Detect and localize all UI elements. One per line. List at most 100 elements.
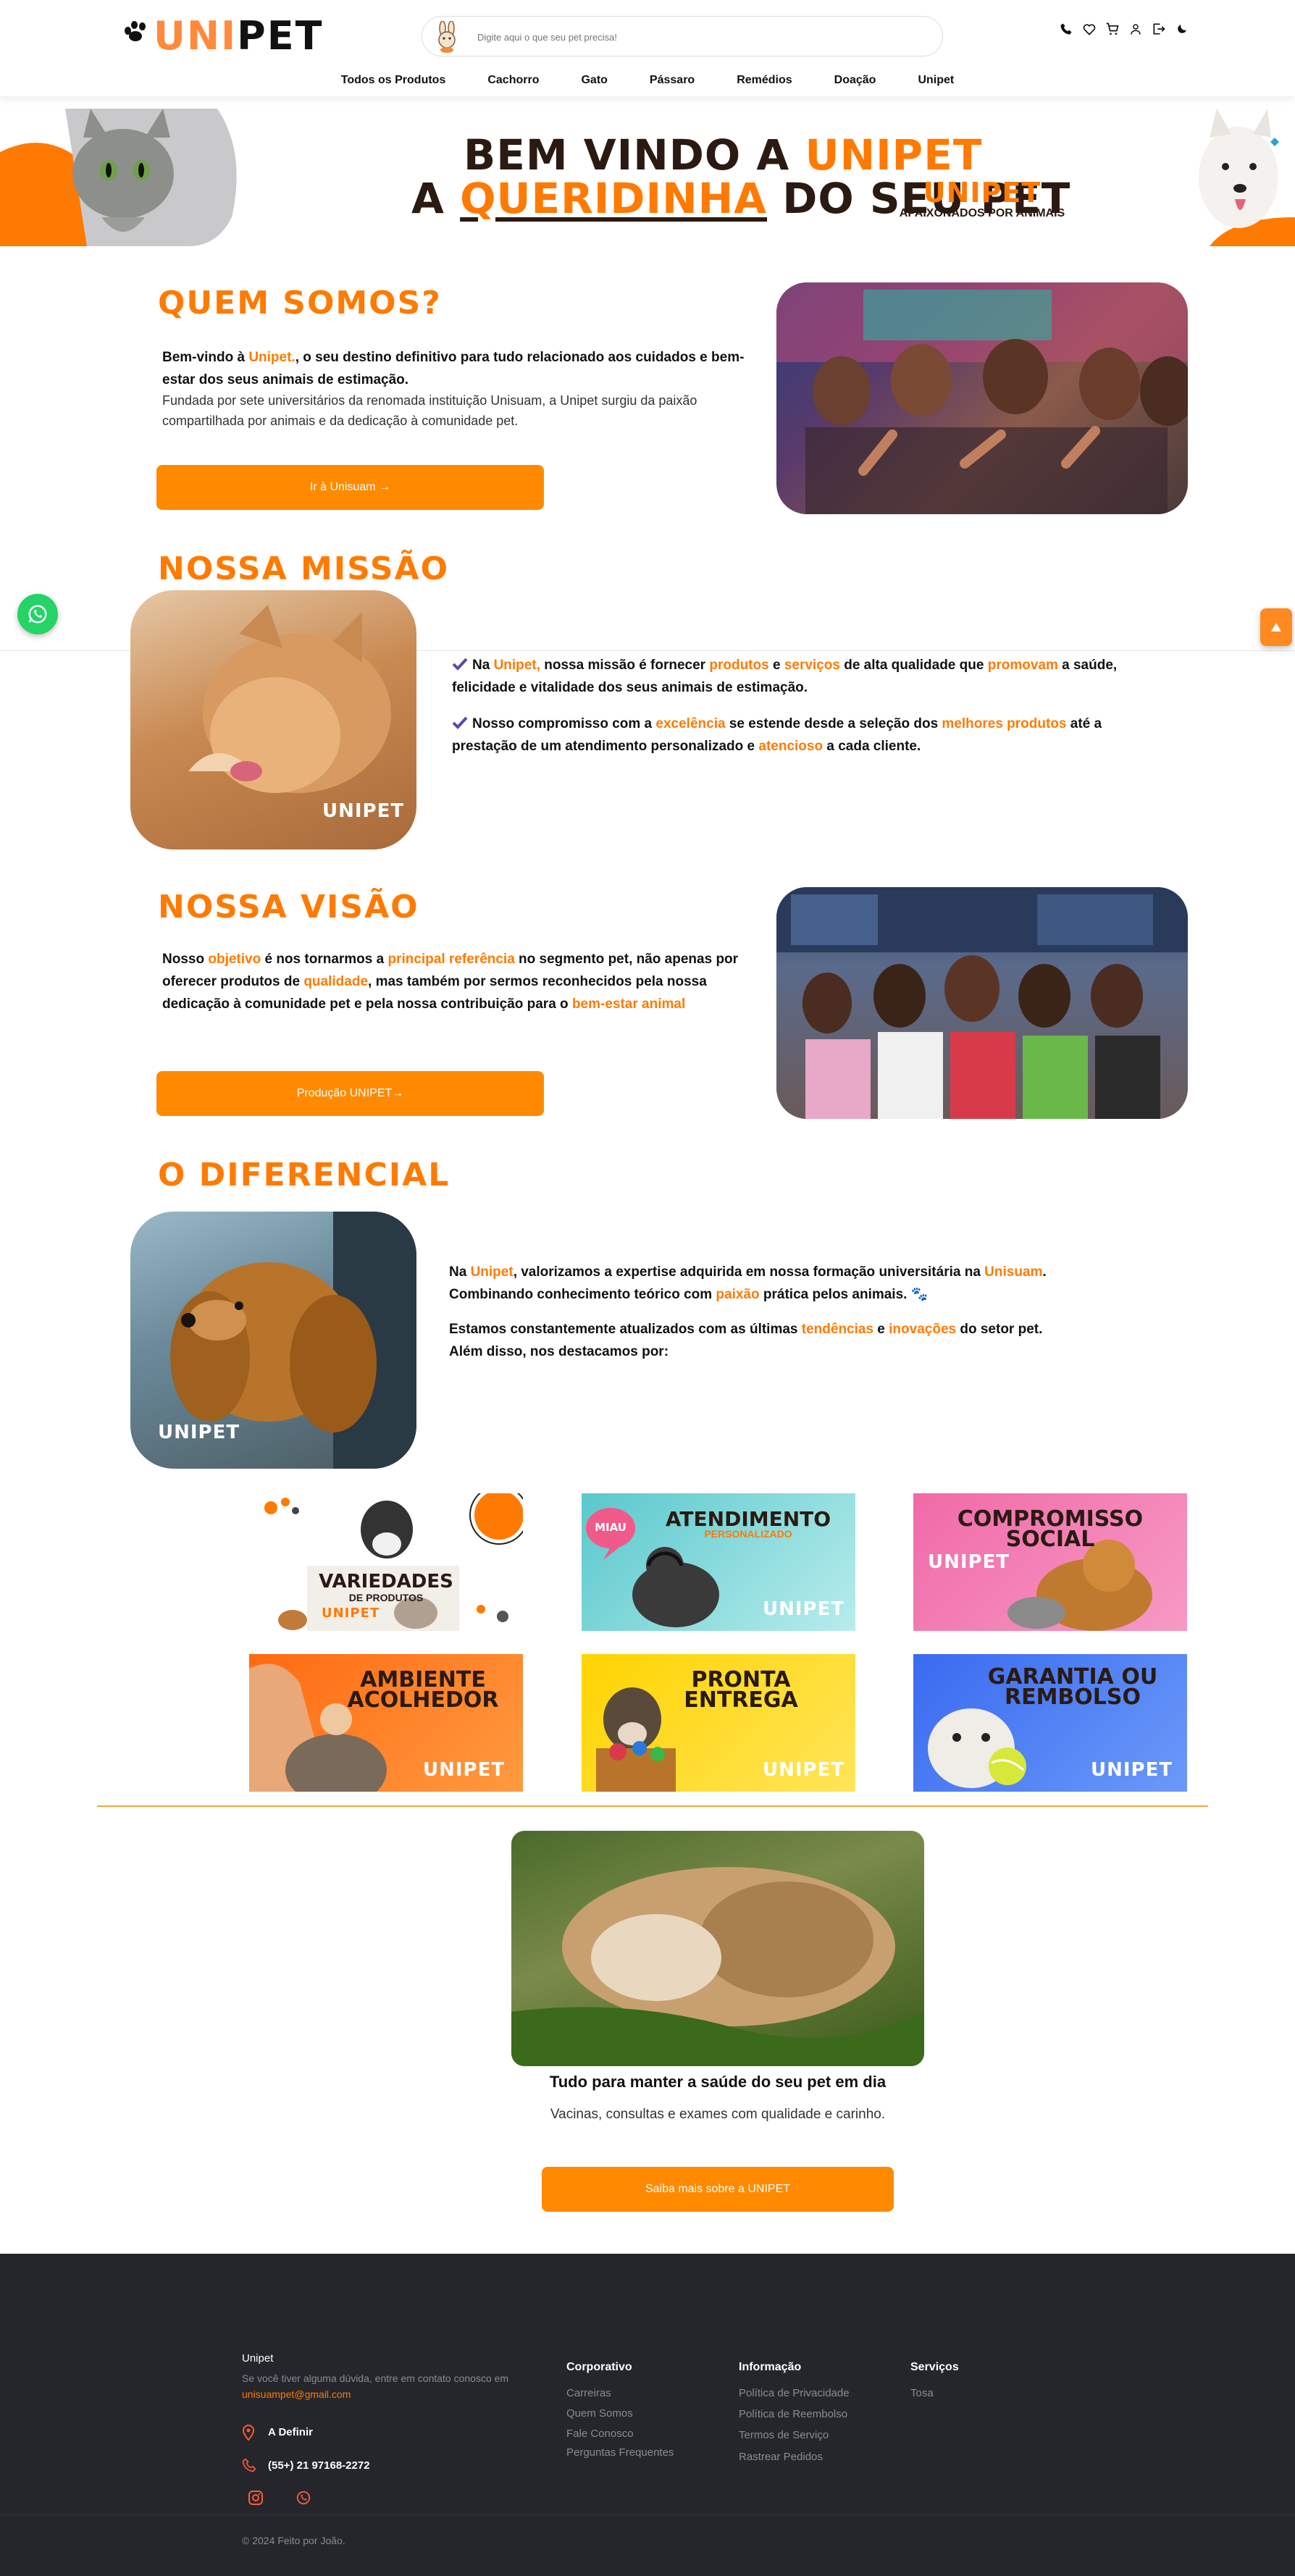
- section-title-about: QUEM SOMOS?: [158, 285, 442, 322]
- divider: [97, 1805, 1208, 1807]
- team-photo-vision: [776, 887, 1188, 1119]
- differential-text-2: Estamos constantemente atualizados com a…: [449, 1322, 1043, 1359]
- nav-todos-os-produtos[interactable]: Todos os Produtos: [341, 71, 446, 90]
- logo[interactable]: UNI PET: [122, 10, 323, 61]
- feature-brand: UNIPET: [423, 1759, 506, 1781]
- search-input[interactable]: [477, 27, 912, 47]
- nav-cachorro[interactable]: Cachorro: [487, 71, 539, 90]
- feature-subtitle: DE PRODUTOS: [348, 1592, 424, 1603]
- team-photo-about: [776, 282, 1188, 514]
- footer-brand: Unipet: [242, 2352, 274, 2365]
- learn-more-button[interactable]: Saiba mais sobre a UNIPET: [542, 2167, 894, 2212]
- feature-brand: UNIPET: [928, 1551, 1010, 1573]
- banner-badge: UNIPET APAIXONADOS POR ANIMAIS: [899, 177, 1065, 219]
- feature-title: VARIEDADES: [319, 1571, 453, 1593]
- section-title-vision: NOSSA VISÃO: [158, 889, 419, 926]
- feature-brand: UNIPET: [322, 1606, 380, 1621]
- footer-col-title-informacao: Informação: [739, 2361, 802, 2373]
- footer-col-title-corporativo: Corporativo: [566, 2361, 632, 2373]
- feature-title: AMBIENTE ACOLHEDOR: [347, 1667, 499, 1713]
- footer-link-privacidade[interactable]: Política de Privacidade: [739, 2387, 850, 2399]
- phone-icon: [242, 2458, 256, 2472]
- paw-icon: [122, 14, 151, 43]
- about-history: Fundada por sete universitários da renom…: [162, 393, 697, 428]
- footer-link-reembolso[interactable]: Política de Reembolso: [739, 2408, 847, 2420]
- feature-card-compromisso[interactable]: COMPROMISSO SOCIAL UNIPET: [913, 1493, 1187, 1631]
- health-subtitle: Vacinas, consultas e exames com qualidad…: [550, 2107, 886, 2122]
- footer-email-link[interactable]: unisuampet@gmail.com: [242, 2388, 351, 2400]
- moon-icon[interactable]: [1175, 22, 1189, 36]
- scroll-top-button[interactable]: [1260, 608, 1292, 646]
- location-icon: [242, 2425, 255, 2441]
- health-title: Tudo para manter a saúde do seu pet em d…: [549, 2073, 887, 2091]
- feature-title: COMPROMISSO SOCIAL: [957, 1506, 1144, 1552]
- vision-text: Nosso objetivo é nos tornarmos a princip…: [162, 952, 739, 1012]
- check-icon: [452, 658, 468, 671]
- copyright: © 2024 Feito por João.: [242, 2535, 345, 2546]
- differential-text-1: Na Unipet, valorizamos a expertise adqui…: [449, 1264, 1047, 1302]
- cat-banner-image: [0, 109, 237, 246]
- arrow-up-icon: [1271, 623, 1281, 632]
- whatsapp-icon: [28, 605, 47, 624]
- feature-subtitle: PERSONALIZADO: [704, 1528, 792, 1540]
- cat-photo-mission: UNIPET: [130, 590, 416, 849]
- dog-photo-differential: UNIPET: [130, 1212, 416, 1469]
- go-to-unisuam-button[interactable]: Ir à Unisuam →: [156, 465, 544, 510]
- feature-card-pronta-entrega[interactable]: PRONTA ENTREGA UNIPET: [582, 1654, 855, 1792]
- instagram-icon[interactable]: [248, 2490, 264, 2506]
- rabbit-icon: [438, 21, 456, 53]
- nav-passaro[interactable]: Pássaro: [650, 71, 695, 90]
- feature-brand: UNIPET: [1091, 1759, 1173, 1781]
- nav-gato[interactable]: Gato: [581, 71, 607, 90]
- feature-card-ambiente[interactable]: AMBIENTE ACOLHEDOR UNIPET: [249, 1654, 523, 1792]
- feature-card-garantia[interactable]: GARANTIA OU REMBOLSO UNIPET: [913, 1654, 1187, 1792]
- producao-unipet-button[interactable]: Produção UNIPET→: [156, 1071, 544, 1116]
- main-nav: Todos os Produtos Cachorro Gato Pássaro …: [0, 71, 1295, 90]
- footer-col-title-servicos: Serviços: [910, 2361, 959, 2373]
- nav-unipet[interactable]: Unipet: [918, 71, 954, 90]
- nav-remedios[interactable]: Remédios: [737, 71, 792, 90]
- header-icons: [1059, 22, 1189, 36]
- section-title-differential: O DIFERENCIAL: [158, 1157, 450, 1193]
- logo-text-uni: UNI: [154, 12, 238, 59]
- logo-text-pet: PET: [237, 12, 324, 59]
- dog-banner-image: [1199, 109, 1295, 246]
- banner-line-1: BEM VINDO A UNIPET: [464, 130, 983, 180]
- whatsapp-button[interactable]: [17, 594, 58, 634]
- footer-link-termos[interactable]: Termos de Serviço: [739, 2429, 829, 2441]
- feature-card-variedades[interactable]: VARIEDADES DE PRODUTOS UNIPET: [249, 1493, 523, 1631]
- user-icon[interactable]: [1128, 22, 1143, 36]
- feature-title: PRONTA ENTREGA: [684, 1667, 798, 1713]
- footer-link-quem-somos[interactable]: Quem Somos: [566, 2407, 633, 2420]
- footer-link-perguntas-frequentes[interactable]: Perguntas Frequentes: [566, 2446, 674, 2459]
- section-title-mission: NOSSA MISSÃO: [158, 550, 450, 587]
- feature-brand: UNIPET: [763, 1759, 845, 1781]
- cat-dog-photo: [511, 1831, 924, 2066]
- cart-icon[interactable]: [1105, 22, 1120, 36]
- heart-icon[interactable]: [1082, 22, 1097, 36]
- phone-icon[interactable]: [1059, 22, 1073, 36]
- footer-link-carreiras[interactable]: Carreiras: [566, 2387, 611, 2399]
- footer-link-fale-conosco[interactable]: Fale Conosco: [566, 2428, 634, 2440]
- speech-bubble: MIAU: [595, 1521, 626, 1534]
- mission-item-1: Na Unipet, nossa missão é fornecer produ…: [452, 658, 1118, 695]
- site-footer: Unipet Se você tiver alguma dúvida, entr…: [0, 2254, 1295, 2576]
- feature-title: GARANTIA OU REMBOLSO: [987, 1664, 1158, 1710]
- mission-item-2: Nosso compromisso com a excelência se es…: [452, 716, 1102, 754]
- site-header: UNI PET Todos os Produtos Cachorro Gato …: [0, 0, 1295, 96]
- welcome-banner: BEM VINDO A UNIPET A QUERIDINHA DO SEU P…: [0, 109, 1295, 246]
- divider: [0, 2514, 1295, 2515]
- footer-phone: (55+) 21 97168-2272: [268, 2459, 370, 2472]
- about-intro: Bem-vindo à Unipet., o seu destino defin…: [162, 350, 745, 387]
- whatsapp-icon[interactable]: [296, 2490, 311, 2506]
- footer-link-rastrear[interactable]: Rastrear Pedidos: [739, 2451, 823, 2463]
- search-bar[interactable]: [422, 16, 943, 56]
- check-icon: [452, 716, 468, 729]
- footer-contact-text: Se você tiver alguma dúvida, entre em co…: [242, 2372, 509, 2384]
- feature-title: ATENDIMENTO: [665, 1507, 831, 1531]
- footer-link-tosa[interactable]: Tosa: [910, 2387, 934, 2399]
- nav-doacao[interactable]: Doação: [834, 71, 876, 90]
- logout-icon[interactable]: [1152, 22, 1166, 36]
- footer-address: A Definir: [268, 2426, 313, 2438]
- feature-card-atendimento[interactable]: MIAU ATENDIMENTO PERSONALIZADO UNIPET: [582, 1493, 855, 1631]
